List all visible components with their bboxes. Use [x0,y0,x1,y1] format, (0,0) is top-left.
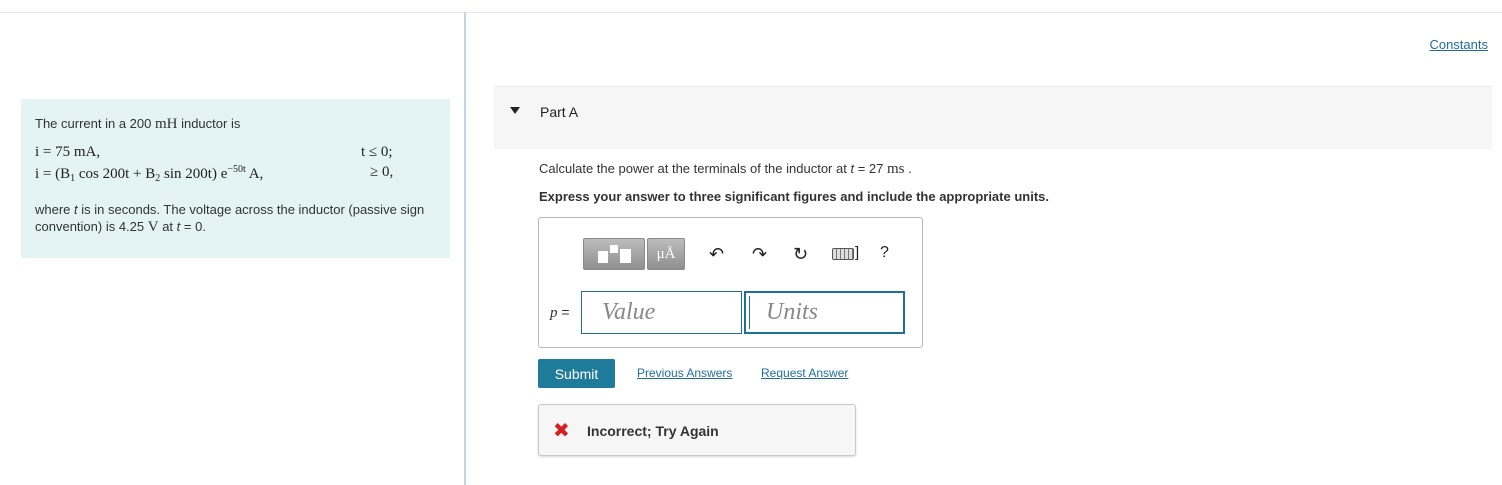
intro-suffix: inductor is [177,116,241,131]
problem-outro: where t is in seconds. The voltage acros… [35,201,445,236]
submit-button[interactable]: Submit [538,359,615,388]
eq2-prefix: i = (B [35,166,71,182]
problem-statement: The current in a 200 mH inductor is i = … [21,99,450,258]
answer-box: μÅ ↶ ↷ ↻ ] ? p = [538,217,923,348]
template-block-icon [610,245,618,253]
part-a-header[interactable]: Part A [494,86,1492,149]
outro-1: where [35,202,75,217]
feedback-box: ✖ Incorrect; Try Again [538,404,856,456]
question-suffix: . [904,161,912,176]
answer-variable-label: p = [550,304,570,322]
equation-line-1: i = 75 mA, [35,144,101,160]
question-mid: = 27 [854,161,887,176]
text-cursor [749,296,750,329]
eq2-exponent: −50t [227,164,246,175]
part-title: Part A [540,104,579,120]
eq2-mid-1: cos 200t + B [75,166,156,182]
request-answer-link[interactable]: Request Answer [761,366,848,380]
incorrect-x-icon: ✖ [553,420,570,442]
previous-answers-link[interactable]: Previous Answers [637,366,732,380]
intro-prefix: The current in a 200 [35,116,155,131]
equation-condition-1: t ≤ 0; [361,144,393,160]
eq2-mid-2: sin 200t) e [160,166,228,182]
outro-4: = 0. [180,219,206,234]
undo-icon[interactable]: ↶ [709,244,724,265]
piecewise-equation: i = 75 mA, t ≤ 0; i = (B1 cos 200t + B2 … [35,144,436,188]
variable-name: p [550,305,558,321]
feedback-text: Incorrect; Try Again [587,423,719,439]
column-divider [464,12,466,485]
outro-voltage-unit: V [147,219,159,235]
problem-intro: The current in a 200 mH inductor is [35,116,436,132]
equation-condition-2: ≥ 0, [370,164,394,180]
units-button[interactable]: μÅ [647,238,685,270]
question-unit: ms [886,161,905,177]
intro-unit: mH [154,116,178,132]
template-block-icon [620,249,631,263]
value-input[interactable] [581,291,742,334]
top-divider [0,12,1502,13]
outro-2: is in seconds. The voltage across the in… [35,202,425,234]
redo-icon[interactable]: ↷ [752,244,767,265]
equation-line-2: i = (B1 cos 200t + B2 sin 200t) e−50t A, [35,164,263,184]
help-icon[interactable]: ? [880,244,889,262]
collapse-caret-icon[interactable] [510,107,520,114]
variable-equals: = [557,304,570,320]
keyboard-icon[interactable] [832,248,854,260]
question-prefix: Calculate the power at the terminals of … [539,161,851,176]
outro-3: at [158,219,177,234]
answer-instruction: Express your answer to three significant… [539,189,1049,204]
keyboard-bracket: ] [855,244,860,261]
question-text: Calculate the power at the terminals of … [539,161,912,178]
templates-button[interactable] [583,238,645,270]
template-block-icon [598,251,608,263]
units-input[interactable] [744,291,905,334]
constants-link[interactable]: Constants [1429,37,1488,52]
reset-icon[interactable]: ↻ [793,244,808,265]
eq2-suffix: A, [245,166,264,182]
